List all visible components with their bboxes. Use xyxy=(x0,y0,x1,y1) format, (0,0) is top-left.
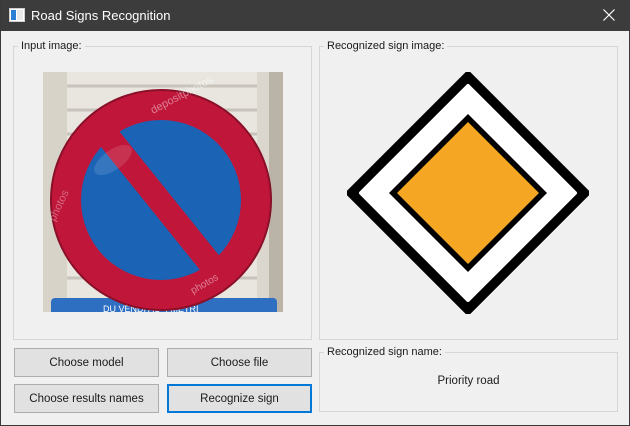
recognized-image-label: Recognized sign image: xyxy=(327,40,445,52)
input-image: DU VENDI AU 4 METRI depositphotos photos… xyxy=(43,72,283,312)
recognized-sign-image xyxy=(346,71,590,315)
choose-file-button[interactable]: Choose file xyxy=(167,348,312,377)
close-button[interactable] xyxy=(587,0,630,31)
input-image-label: Input image: xyxy=(21,40,82,52)
window-app-icon xyxy=(9,8,25,22)
choose-results-names-button[interactable]: Choose results names xyxy=(14,384,159,413)
recognized-name-label: Recognized sign name: xyxy=(327,346,442,358)
recognized-sign-name: Priority road xyxy=(437,375,500,387)
window-title: Road Signs Recognition xyxy=(31,8,171,23)
app-window: Road Signs Recognition Input image: depo… xyxy=(0,0,630,426)
title-bar[interactable]: Road Signs Recognition xyxy=(1,0,630,31)
close-icon xyxy=(603,9,615,21)
choose-model-button[interactable]: Choose model xyxy=(14,348,159,377)
recognize-sign-button[interactable]: Recognize sign xyxy=(167,384,312,413)
